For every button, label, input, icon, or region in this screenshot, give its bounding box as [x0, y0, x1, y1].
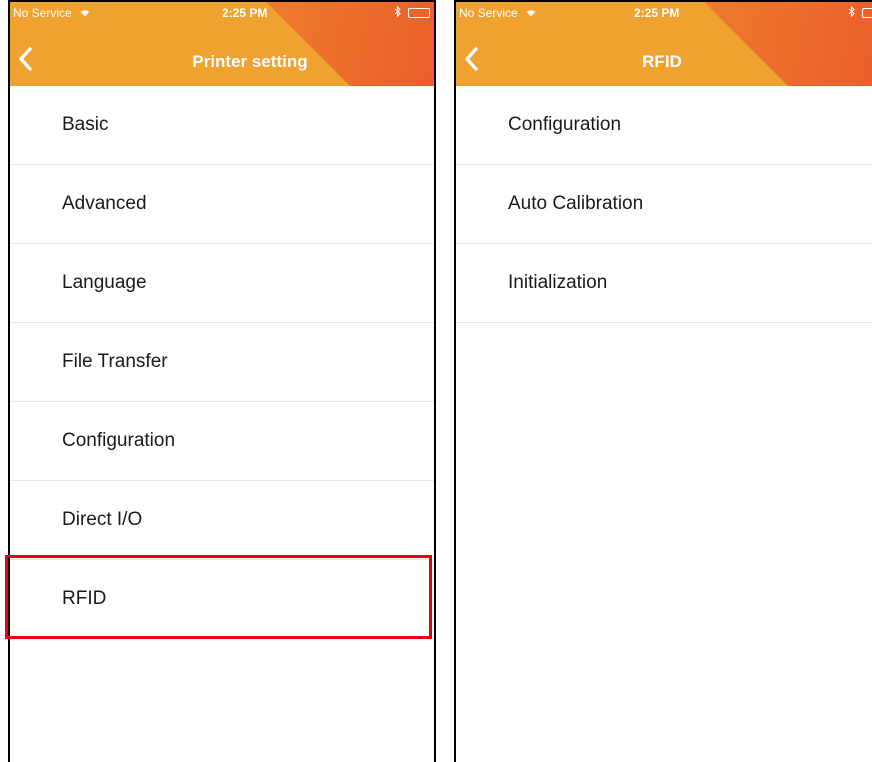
carrier-text: No Service [13, 6, 72, 20]
menu-item-basic[interactable]: Basic [10, 86, 434, 165]
menu-item-advanced[interactable]: Advanced [10, 165, 434, 244]
menu-item-language[interactable]: Language [10, 244, 434, 323]
bluetooth-icon [394, 5, 401, 20]
wifi-icon [525, 8, 537, 20]
menu-item-label: RFID [62, 588, 107, 609]
back-button[interactable] [462, 46, 490, 76]
menu-item-auto-calibration[interactable]: Auto Calibration [456, 165, 872, 244]
battery-icon [408, 8, 430, 18]
menu-item-configuration[interactable]: Configuration [456, 86, 872, 165]
menu-item-label: Language [62, 272, 147, 293]
menu-item-initialization[interactable]: Initialization [456, 244, 872, 323]
rfid-menu: Configuration Auto Calibration Initializ… [456, 86, 872, 323]
phone-screen-printer-setting: No Service 2:25 PM Printer setting Basic… [8, 0, 436, 762]
wifi-icon [79, 8, 91, 20]
phone-screen-rfid: No Service 2:25 PM RFID Configuration Au… [454, 0, 872, 762]
nav-header: No Service 2:25 PM RFID [456, 2, 872, 86]
bluetooth-icon [848, 5, 855, 20]
back-button[interactable] [16, 46, 44, 76]
menu-item-direct-io[interactable]: Direct I/O [10, 481, 434, 560]
carrier-text: No Service [459, 6, 518, 20]
page-title: Printer setting [192, 52, 308, 71]
status-bar: No Service 2:25 PM [456, 5, 872, 25]
status-bar: No Service 2:25 PM [10, 5, 434, 25]
nav-header: No Service 2:25 PM Printer setting [10, 2, 434, 86]
status-indicators [848, 5, 872, 20]
menu-item-file-transfer[interactable]: File Transfer [10, 323, 434, 402]
menu-item-rfid[interactable]: RFID [10, 560, 434, 639]
carrier-label: No Service [459, 6, 537, 20]
status-indicators [394, 5, 430, 20]
menu-item-label: Configuration [508, 114, 622, 135]
battery-icon [862, 8, 872, 18]
page-title: RFID [642, 52, 682, 71]
carrier-label: No Service [13, 6, 91, 20]
status-time: 2:25 PM [222, 6, 268, 20]
menu-item-configuration[interactable]: Configuration [10, 402, 434, 481]
settings-menu: Basic Advanced Language File Transfer Co… [10, 86, 434, 639]
menu-item-label: Basic [62, 114, 109, 135]
menu-item-label: Direct I/O [62, 509, 143, 530]
menu-item-label: Initialization [508, 272, 608, 293]
status-time: 2:25 PM [634, 6, 680, 20]
menu-item-label: Configuration [62, 430, 176, 451]
menu-item-label: File Transfer [62, 351, 168, 372]
back-chevron-icon [465, 47, 478, 71]
menu-item-label: Advanced [62, 193, 147, 214]
back-chevron-icon [19, 47, 32, 71]
menu-item-label: Auto Calibration [508, 193, 644, 214]
